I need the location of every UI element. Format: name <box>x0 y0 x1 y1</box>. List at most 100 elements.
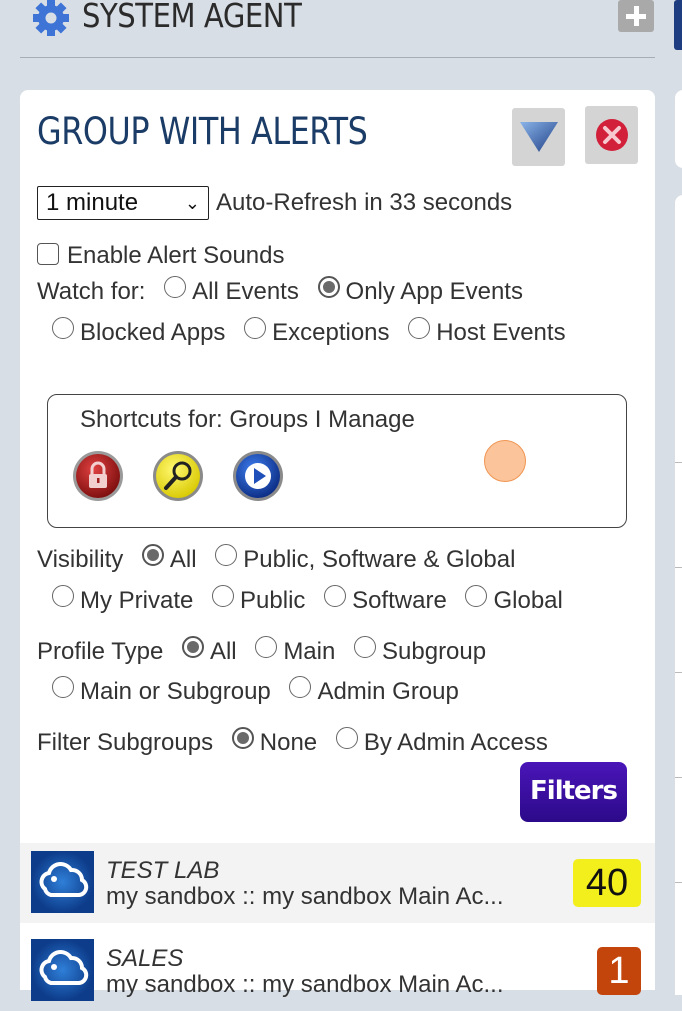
option-label: Public, Software & Global <box>243 546 516 573</box>
refresh-interval-select[interactable]: 1 minute ⌄ <box>37 186 209 220</box>
radio-button[interactable] <box>231 727 254 749</box>
shortcuts-box: Shortcuts for: Groups I Manage <box>47 394 627 528</box>
option-label: Main or Subgroup <box>80 678 271 705</box>
adjacent-tile[interactable] <box>674 0 682 50</box>
option-label: All <box>209 638 237 665</box>
radio-button[interactable] <box>164 276 187 298</box>
chevron-down-icon: ⌄ <box>184 193 200 213</box>
visibility-label: Visibility <box>37 546 124 573</box>
watch-blocked-apps[interactable]: Blocked Apps <box>52 317 226 346</box>
adjacent-panel-list <box>675 195 682 995</box>
magnifier-icon[interactable] <box>151 449 205 503</box>
visibility-row-2: My Private Public Software Global <box>52 585 575 615</box>
watch-all-events[interactable]: All Events <box>164 276 299 305</box>
alert-sounds-row: Enable Alert Sounds <box>37 242 285 270</box>
group-list-item[interactable]: SALES my sandbox :: my sandbox Main Ac..… <box>20 931 655 1011</box>
option-label: My Private <box>80 587 194 614</box>
close-circle-icon <box>596 119 628 151</box>
cloud-icon <box>31 851 94 913</box>
option-label: All Events <box>192 278 299 305</box>
group-list-item[interactable]: TEST LAB my sandbox :: my sandbox Main A… <box>20 843 655 923</box>
profile-type-label: Profile Type <box>37 638 164 665</box>
auto-refresh-status: Auto-Refresh in 33 seconds <box>216 189 513 216</box>
profile-admin-group[interactable]: Admin Group <box>289 676 459 705</box>
adjacent-divider <box>675 882 682 883</box>
watch-exceptions[interactable]: Exceptions <box>244 317 390 346</box>
radio-button[interactable] <box>465 585 488 607</box>
option-label: All <box>169 546 197 573</box>
watch-for-row-2: Blocked Apps Exceptions Host Events <box>52 317 578 347</box>
filters-button[interactable]: Filters <box>520 762 627 822</box>
panel-title: GROUP WITH ALERTS <box>37 110 368 153</box>
adjacent-divider <box>675 672 682 673</box>
watch-only-app-events[interactable]: Only App Events <box>317 276 523 305</box>
radio-button[interactable] <box>141 544 164 566</box>
top-bar: SYSTEM AGENT <box>0 0 682 60</box>
radio-button[interactable] <box>335 727 358 749</box>
filter-subgroups-row: Filter Subgroups None By Admin Access <box>37 727 560 757</box>
cursor-indicator <box>484 440 526 482</box>
profile-all[interactable]: All <box>181 636 237 665</box>
radio-button[interactable] <box>408 317 431 339</box>
visibility-public-software-global[interactable]: Public, Software & Global <box>215 544 516 573</box>
radio-button[interactable] <box>324 585 347 607</box>
radio-button[interactable] <box>354 636 377 658</box>
profile-subgroup[interactable]: Subgroup <box>354 636 487 665</box>
group-subtitle: my sandbox :: my sandbox Main Ac... <box>106 883 504 910</box>
alert-count-badge: 40 <box>573 859 641 907</box>
filter-by-admin-access[interactable]: By Admin Access <box>335 727 548 756</box>
watch-for-label: Watch for: <box>37 278 146 305</box>
profile-type-row-2: Main or Subgroup Admin Group <box>52 676 471 706</box>
watch-for-row: Watch for: All Events Only App Events <box>37 276 535 306</box>
profile-main[interactable]: Main <box>255 636 336 665</box>
visibility-global[interactable]: Global <box>465 585 563 614</box>
adjacent-divider <box>675 462 682 463</box>
radio-button[interactable] <box>317 276 340 298</box>
close-button[interactable] <box>585 106 638 164</box>
group-name: TEST LAB <box>106 857 220 884</box>
radio-button[interactable] <box>215 544 238 566</box>
radio-button[interactable] <box>181 636 204 658</box>
adjacent-divider <box>675 777 682 778</box>
option-label: Software <box>352 587 447 614</box>
add-button[interactable] <box>618 0 654 32</box>
radio-button[interactable] <box>255 636 278 658</box>
option-label: Public <box>240 587 306 614</box>
radio-button[interactable] <box>212 585 235 607</box>
option-label: Only App Events <box>345 278 523 305</box>
option-label: Main <box>283 638 336 665</box>
alert-count-badge: 1 <box>597 947 641 995</box>
visibility-my-private[interactable]: My Private <box>52 585 194 614</box>
lock-icon[interactable] <box>71 449 125 503</box>
option-label: Admin Group <box>317 678 459 705</box>
filter-none[interactable]: None <box>231 727 318 756</box>
play-icon[interactable] <box>231 449 285 503</box>
header-divider <box>20 57 655 58</box>
shortcuts-title: Shortcuts for: Groups I Manage <box>80 406 415 433</box>
collapse-button[interactable] <box>512 108 565 166</box>
cloud-icon <box>31 939 94 1001</box>
option-label: Host Events <box>436 319 566 346</box>
adjacent-panel <box>675 90 682 168</box>
group-name: SALES <box>106 945 184 972</box>
option-label: Global <box>493 587 563 614</box>
alert-sounds-label: Enable Alert Sounds <box>67 242 285 269</box>
app-title: SYSTEM AGENT <box>82 0 302 35</box>
visibility-all[interactable]: All <box>141 544 197 573</box>
profile-main-or-subgroup[interactable]: Main or Subgroup <box>52 676 271 705</box>
visibility-public[interactable]: Public <box>212 585 306 614</box>
radio-button[interactable] <box>289 676 312 698</box>
group-subtitle: my sandbox :: my sandbox Main Ac... <box>106 971 504 998</box>
visibility-row: Visibility All Public, Software & Global <box>37 544 527 574</box>
radio-button[interactable] <box>52 317 74 339</box>
option-label: Subgroup <box>382 638 487 665</box>
option-label: None <box>259 729 318 756</box>
radio-button[interactable] <box>52 585 74 607</box>
option-label: Blocked Apps <box>80 319 226 346</box>
radio-button[interactable] <box>52 676 74 698</box>
option-label: By Admin Access <box>363 729 548 756</box>
radio-button[interactable] <box>244 317 267 339</box>
visibility-software[interactable]: Software <box>324 585 447 614</box>
alert-sounds-checkbox[interactable] <box>37 243 59 265</box>
watch-host-events[interactable]: Host Events <box>408 317 566 346</box>
